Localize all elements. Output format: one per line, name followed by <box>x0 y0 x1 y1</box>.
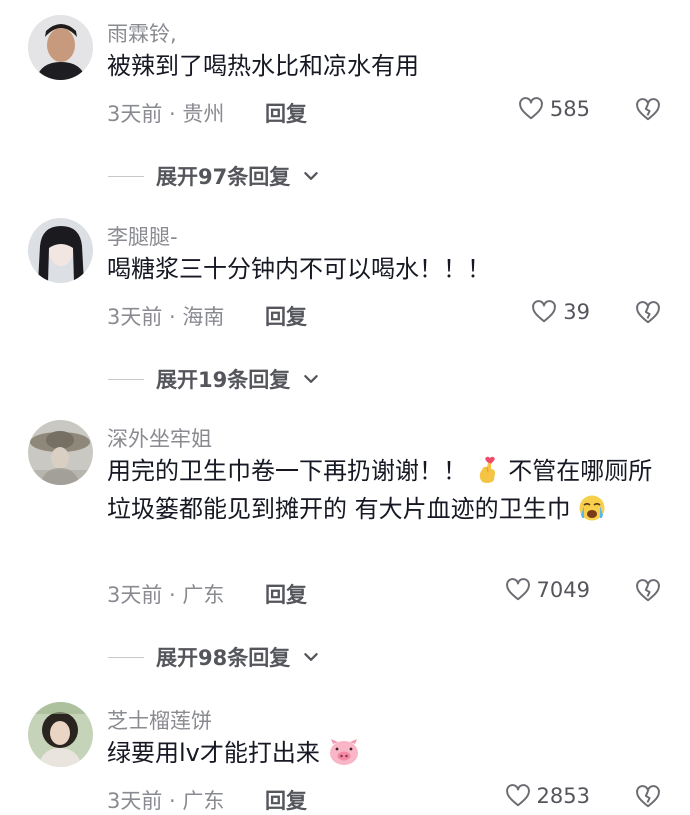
like-count: 39 <box>563 300 590 324</box>
expand-replies-button[interactable]: 展开19条回复 <box>108 364 320 394</box>
avatar[interactable] <box>28 702 93 767</box>
chevron-down-icon <box>302 648 320 666</box>
finger-heart-emoji-icon <box>479 456 495 483</box>
username[interactable]: 雨霖铃, <box>107 18 177 48</box>
avatar[interactable] <box>28 420 93 485</box>
heart-icon <box>505 783 531 809</box>
expand-replies-label: 展开19条回复 <box>156 368 291 392</box>
like-button[interactable]: 7049 <box>505 577 590 603</box>
like-count: 7049 <box>536 578 590 602</box>
divider-line <box>108 656 144 658</box>
expand-replies-button[interactable]: 展开98条回复 <box>108 642 320 672</box>
broken-heart-icon[interactable] <box>635 97 661 123</box>
comment-meta: 3天前 · 海南 <box>107 305 225 329</box>
crying-face-emoji-icon <box>579 495 605 521</box>
reply-button[interactable]: 回复 <box>265 785 307 815</box>
comment-text-part: 用完的卫生巾卷一下再扔谢谢！！ <box>107 457 467 485</box>
chevron-down-icon <box>302 167 320 185</box>
comment-text: 绿要用lv才能打出来 <box>107 734 667 772</box>
pig-face-emoji-icon <box>329 739 358 765</box>
expand-replies-label: 展开97条回复 <box>156 165 291 189</box>
like-button[interactable]: 585 <box>518 96 590 122</box>
like-count: 585 <box>549 97 590 121</box>
avatar[interactable] <box>28 15 93 80</box>
heart-icon <box>531 299 557 325</box>
like-count: 2853 <box>536 784 590 808</box>
expand-replies-button[interactable]: 展开97条回复 <box>108 161 320 191</box>
divider-line <box>108 175 144 177</box>
expand-replies-label: 展开98条回复 <box>156 646 291 670</box>
comment-meta: 3天前 · 贵州 <box>107 102 225 126</box>
username[interactable]: 深外坐牢姐 <box>107 423 212 453</box>
comment-text: 喝糖浆三十分钟内不可以喝水！！！ <box>107 255 491 283</box>
avatar[interactable] <box>28 218 93 283</box>
username[interactable]: 芝士榴莲饼 <box>107 705 212 735</box>
like-button[interactable]: 2853 <box>505 783 590 809</box>
heart-icon <box>518 96 544 122</box>
reply-button[interactable]: 回复 <box>265 98 307 128</box>
divider-line <box>108 378 144 380</box>
comment-text-part: 绿要用lv才能打出来 <box>107 739 320 767</box>
comment-meta: 3天前 · 广东 <box>107 789 225 813</box>
comment-text: 被辣到了喝热水比和凉水有用 <box>107 52 419 80</box>
reply-button[interactable]: 回复 <box>265 579 307 609</box>
comment-text: 用完的卫生巾卷一下再扔谢谢！！ 不管在哪厕所垃圾篓都能见到摊开的 有大片血迹的卫… <box>107 452 667 528</box>
heart-icon <box>505 577 531 603</box>
broken-heart-icon[interactable] <box>635 300 661 326</box>
reply-button[interactable]: 回复 <box>265 301 307 331</box>
like-button[interactable]: 39 <box>531 299 590 325</box>
broken-heart-icon[interactable] <box>635 784 661 810</box>
broken-heart-icon[interactable] <box>635 578 661 604</box>
chevron-down-icon <box>302 370 320 388</box>
comment-meta: 3天前 · 广东 <box>107 583 225 607</box>
username[interactable]: 李腿腿- <box>107 221 178 251</box>
